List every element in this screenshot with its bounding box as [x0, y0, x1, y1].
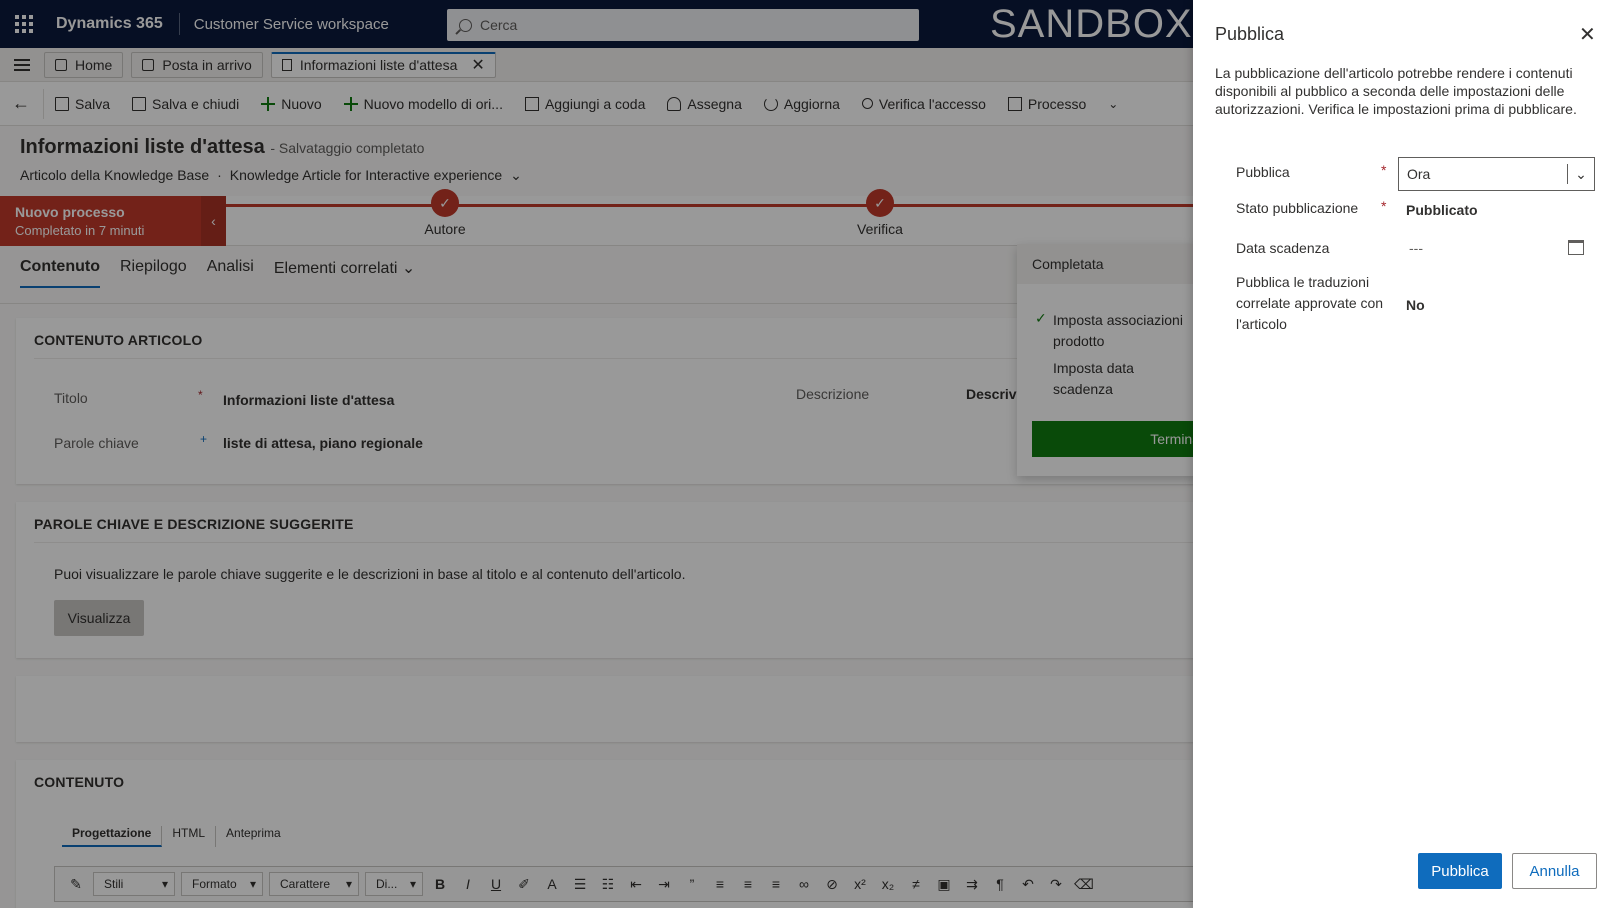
required-marker: *	[1381, 162, 1387, 178]
required-marker: *	[1381, 198, 1387, 214]
translations-value[interactable]: No	[1406, 297, 1425, 313]
modal-overlay	[0, 0, 1193, 908]
publish-select[interactable]: Ora ⌄	[1398, 157, 1595, 191]
publish-button[interactable]: Pubblica	[1418, 853, 1502, 889]
publish-panel: Pubblica ✕ La pubblicazione dell'articol…	[1193, 0, 1616, 908]
expiry-date-input[interactable]: ---	[1409, 240, 1423, 256]
translations-label: Pubblica le traduzioni correlate approva…	[1236, 274, 1384, 332]
state-value[interactable]: Pubblicato	[1406, 202, 1478, 218]
calendar-icon[interactable]	[1568, 240, 1584, 255]
publish-selected-value: Ora	[1407, 166, 1431, 182]
close-icon[interactable]: ✕	[1579, 22, 1596, 47]
expiry-label: Data scadenza	[1236, 240, 1330, 256]
cancel-button[interactable]: Annulla	[1512, 853, 1597, 889]
panel-description: La pubblicazione dell'articolo potrebbe …	[1215, 65, 1577, 117]
panel-title: Pubblica	[1215, 24, 1285, 44]
publish-label: Pubblica	[1236, 164, 1290, 180]
chevron-down-icon: ⌄	[1575, 165, 1587, 182]
state-label: Stato pubblicazione	[1236, 200, 1359, 216]
